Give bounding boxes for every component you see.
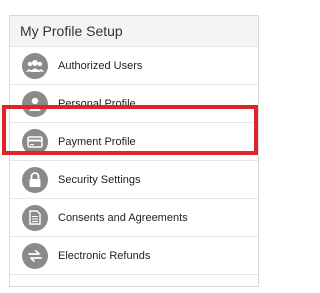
lock-icon xyxy=(22,166,48,193)
menu-item-label: Authorized Users xyxy=(58,59,143,72)
document-icon xyxy=(22,204,48,231)
menu-item-label: Consents and Agreements xyxy=(58,211,188,224)
menu-item-payment-profile[interactable]: Payment Profile xyxy=(10,123,258,161)
person-icon xyxy=(22,90,48,117)
profile-setup-panel: My Profile Setup Authorized Users Person… xyxy=(9,15,259,287)
panel-title: My Profile Setup xyxy=(10,16,258,47)
menu-item-security-settings[interactable]: Security Settings xyxy=(10,161,258,199)
refund-icon xyxy=(22,242,48,269)
menu-item-label: Electronic Refunds xyxy=(58,249,151,262)
menu-item-label: Security Settings xyxy=(58,173,141,186)
credit-card-icon xyxy=(22,128,48,155)
menu-item-authorized-users[interactable]: Authorized Users xyxy=(10,47,258,85)
menu-item-electronic-refunds[interactable]: Electronic Refunds xyxy=(10,237,258,275)
menu-item-consents-and-agreements[interactable]: Consents and Agreements xyxy=(10,199,258,237)
users-icon xyxy=(22,52,48,79)
menu-item-label: Personal Profile xyxy=(58,97,136,110)
menu-item-personal-profile[interactable]: Personal Profile xyxy=(10,85,258,123)
menu-item-label: Payment Profile xyxy=(58,135,136,148)
